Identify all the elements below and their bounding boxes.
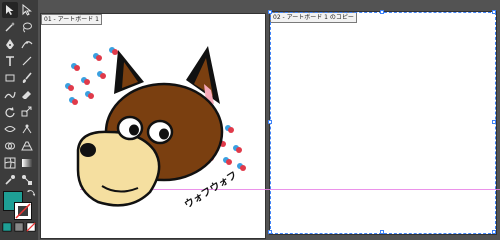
dog-snout [76,130,161,207]
none-mode-icon[interactable] [26,222,36,232]
resize-handle-top-left[interactable] [268,10,272,14]
pen-tool-icon[interactable] [2,36,18,52]
eyedropper-tool-icon[interactable] [2,172,18,188]
shaper-tool-icon[interactable] [2,87,18,103]
direct-selection-tool-icon[interactable] [19,2,35,18]
curvature-tool-icon[interactable] [19,36,35,52]
dog-nose [80,143,96,157]
resize-handle-bottom-left[interactable] [268,230,272,234]
resize-handle-left[interactable] [268,120,272,124]
width-tool-icon[interactable] [2,121,18,137]
scale-tool-icon[interactable] [19,104,35,120]
paintbrush-tool-icon[interactable] [19,70,35,86]
rotate-tool-icon[interactable] [2,104,18,120]
type-tool-icon[interactable] [2,53,18,69]
dog-illustration[interactable]: ウォフウォフ [48,32,248,212]
lasso-tool-icon[interactable] [19,19,35,35]
eraser-tool-icon[interactable] [19,87,35,103]
gradient-tool-icon[interactable] [19,155,35,171]
puppet-warp-tool-icon[interactable] [19,121,35,137]
perspective-grid-tool-icon[interactable] [19,138,35,154]
line-tool-icon[interactable] [19,53,35,69]
artboard-1-label[interactable]: 01 - アートボード 1 [41,14,102,25]
resize-handle-right[interactable] [492,120,496,124]
tools-panel [0,0,39,240]
mesh-tool-icon[interactable] [2,155,18,171]
resize-handle-top-right[interactable] [492,10,496,14]
swap-fill-stroke-icon[interactable] [26,188,36,198]
rectangle-tool-icon[interactable] [2,70,18,86]
blend-tool-icon[interactable] [19,172,35,188]
resize-handle-bottom[interactable] [380,230,384,234]
color-mode-icon[interactable] [2,222,12,232]
resize-handle-bottom-right[interactable] [492,230,496,234]
none-slash-icon [15,203,31,219]
artboard-2-label[interactable]: 02 - アートボード 1 のコピー [270,12,357,23]
artboard-2[interactable] [270,12,496,234]
gradient-mode-icon[interactable] [14,222,24,232]
resize-handle-top[interactable] [380,10,384,14]
selection-tool-icon[interactable] [2,2,18,18]
shape-builder-tool-icon[interactable] [2,138,18,154]
magic-wand-tool-icon[interactable] [2,19,18,35]
stroke-color-swatch[interactable] [14,202,32,220]
